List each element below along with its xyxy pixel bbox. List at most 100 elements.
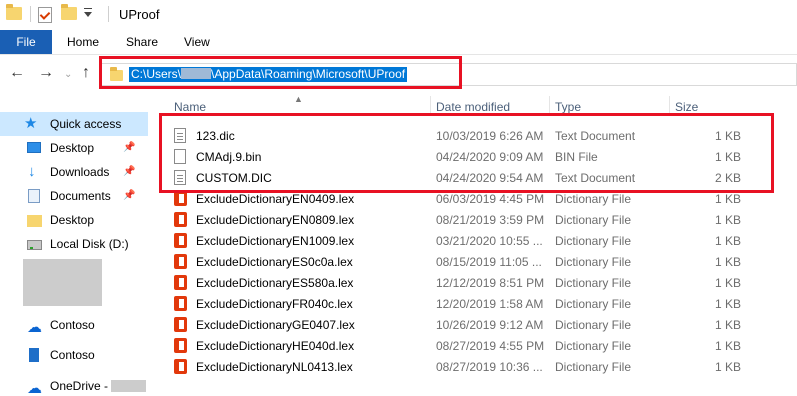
office-icon xyxy=(174,191,187,206)
office-icon xyxy=(174,212,187,227)
file-row[interactable]: ExcludeDictionaryNL0413.lex 08/27/2019 1… xyxy=(168,356,797,377)
file-type: Dictionary File xyxy=(555,339,632,353)
file-size: 1 KB xyxy=(714,276,741,290)
file-name: ExcludeDictionaryES0c0a.lex xyxy=(196,255,353,269)
address-highlight-annotation xyxy=(99,56,462,89)
sidebar-item-label: Local Disk (D:) xyxy=(50,237,129,251)
redacted-area xyxy=(23,259,102,306)
file-date: 12/20/2019 1:58 AM xyxy=(436,297,544,311)
sidebar-item-downloads[interactable]: ↓ Downloads 📌 xyxy=(0,160,148,184)
pin-icon[interactable]: 📌 xyxy=(123,166,135,177)
document-icon xyxy=(28,189,40,203)
file-type: Dictionary File xyxy=(555,234,632,248)
sidebar-item-desktop[interactable]: Desktop 📌 xyxy=(0,136,148,160)
file-type: Dictionary File xyxy=(555,276,632,290)
pin-icon[interactable]: 📌 xyxy=(123,190,135,201)
forward-arrow-icon[interactable]: → xyxy=(38,65,54,81)
sidebar-item-local-disk[interactable]: Local Disk (D:) xyxy=(0,232,148,256)
sidebar-item-contoso-org[interactable]: Contoso xyxy=(0,343,148,367)
file-size: 1 KB xyxy=(714,234,741,248)
column-header-date[interactable]: Date modified xyxy=(436,100,510,114)
cloud-icon: ☁ xyxy=(27,319,42,336)
office-icon xyxy=(174,359,187,374)
sidebar-item-label: Contoso xyxy=(50,318,95,332)
file-size: 1 KB xyxy=(714,255,741,269)
tab-home[interactable]: Home xyxy=(67,35,99,49)
file-name: ExcludeDictionaryHE040d.lex xyxy=(196,339,355,353)
ribbon-tabs: File Home Share View xyxy=(0,30,797,54)
file-row[interactable]: ExcludeDictionaryES580a.lex 12/12/2019 8… xyxy=(168,272,797,293)
office-icon xyxy=(174,296,187,311)
file-type: Dictionary File xyxy=(555,192,632,206)
file-size: 1 KB xyxy=(714,339,741,353)
sidebar-item-label: Desktop xyxy=(50,141,95,155)
tab-share[interactable]: Share xyxy=(126,35,158,49)
file-type: Dictionary File xyxy=(555,255,632,269)
title-bar: UProof xyxy=(0,0,797,30)
star-icon: ★ xyxy=(24,115,38,132)
file-date: 08/15/2019 11:05 ... xyxy=(436,255,542,269)
back-arrow-icon[interactable]: ← xyxy=(9,65,25,81)
window-title: UProof xyxy=(119,7,160,22)
sidebar-item-desktop-folder[interactable]: Desktop xyxy=(0,208,148,232)
folder-icon xyxy=(6,4,22,20)
file-date: 08/27/2019 10:36 ... xyxy=(436,360,543,374)
file-name: ExcludeDictionaryGE0407.lex xyxy=(196,318,355,332)
sidebar-item-label: Documents xyxy=(50,189,111,203)
disk-icon xyxy=(27,240,42,250)
file-size: 1 KB xyxy=(714,297,741,311)
file-date: 10/26/2019 9:12 AM xyxy=(436,318,544,332)
file-size: 1 KB xyxy=(714,318,741,332)
tab-view[interactable]: View xyxy=(184,35,210,49)
office-icon xyxy=(174,317,187,332)
file-name: ExcludeDictionaryES580a.lex xyxy=(196,276,354,290)
file-name: ExcludeDictionaryEN1009.lex xyxy=(196,234,355,248)
up-arrow-icon[interactable]: ↑ xyxy=(82,65,90,81)
sidebar-item-label: Contoso xyxy=(50,348,95,362)
sort-ascending-icon: ▲ xyxy=(294,94,303,104)
sidebar-item-label: OneDrive - xyxy=(50,379,147,393)
file-row[interactable]: ExcludeDictionaryGE0407.lex 10/26/2019 9… xyxy=(168,314,797,335)
file-type: Dictionary File xyxy=(555,360,632,374)
download-icon: ↓ xyxy=(28,163,36,180)
file-row[interactable]: ExcludeDictionaryFR040c.lex 12/20/2019 1… xyxy=(168,293,797,314)
tab-file[interactable]: File xyxy=(0,30,52,54)
file-date: 08/21/2019 3:59 PM xyxy=(436,213,545,227)
redacted-org-name xyxy=(111,380,147,392)
column-header-name[interactable]: Name xyxy=(174,100,206,114)
file-row[interactable]: ExcludeDictionaryES0c0a.lex 08/15/2019 1… xyxy=(168,251,797,272)
file-name: ExcludeDictionaryEN0409.lex xyxy=(196,192,355,206)
file-date: 12/12/2019 8:51 PM xyxy=(436,276,545,290)
sidebar-item-label: Desktop xyxy=(50,213,95,227)
file-type: Dictionary File xyxy=(555,297,632,311)
folder-icon xyxy=(27,215,42,227)
file-row[interactable]: ExcludeDictionaryEN1009.lex 03/21/2020 1… xyxy=(168,230,797,251)
quick-access-toolbar-dropdown-icon[interactable] xyxy=(84,8,92,20)
sidebar-item-documents[interactable]: Documents 📌 xyxy=(0,184,148,208)
building-icon xyxy=(29,348,39,362)
sidebar-item-contoso-cloud[interactable]: ☁ Contoso xyxy=(0,313,148,337)
column-header-size[interactable]: Size xyxy=(675,100,698,114)
office-icon xyxy=(174,254,187,269)
file-date: 08/27/2019 4:55 PM xyxy=(436,339,545,353)
new-folder-icon[interactable] xyxy=(61,4,77,20)
file-size: 1 KB xyxy=(714,360,741,374)
pin-icon[interactable]: 📌 xyxy=(123,142,135,153)
file-name: ExcludeDictionaryEN0809.lex xyxy=(196,213,355,227)
sidebar-item-onedrive[interactable]: ☁ OneDrive - xyxy=(0,374,148,396)
onedrive-icon: ☁ xyxy=(27,380,42,396)
properties-check-icon[interactable] xyxy=(38,7,52,23)
sidebar-item-quick-access[interactable]: ★ Quick access xyxy=(0,112,148,136)
separator xyxy=(30,6,31,22)
separator xyxy=(108,6,109,22)
file-type: Dictionary File xyxy=(555,213,632,227)
file-row[interactable]: ExcludeDictionaryEN0809.lex 08/21/2019 3… xyxy=(168,209,797,230)
file-row[interactable]: ExcludeDictionaryHE040d.lex 08/27/2019 4… xyxy=(168,335,797,356)
file-name: ExcludeDictionaryFR040c.lex xyxy=(196,297,353,311)
file-date: 06/03/2019 4:45 PM xyxy=(436,192,545,206)
office-icon xyxy=(174,338,187,353)
desktop-icon xyxy=(27,142,41,153)
office-icon xyxy=(174,233,187,248)
recent-locations-chevron-icon[interactable]: ⌄ xyxy=(64,67,72,83)
column-header-type[interactable]: Type xyxy=(555,100,581,114)
